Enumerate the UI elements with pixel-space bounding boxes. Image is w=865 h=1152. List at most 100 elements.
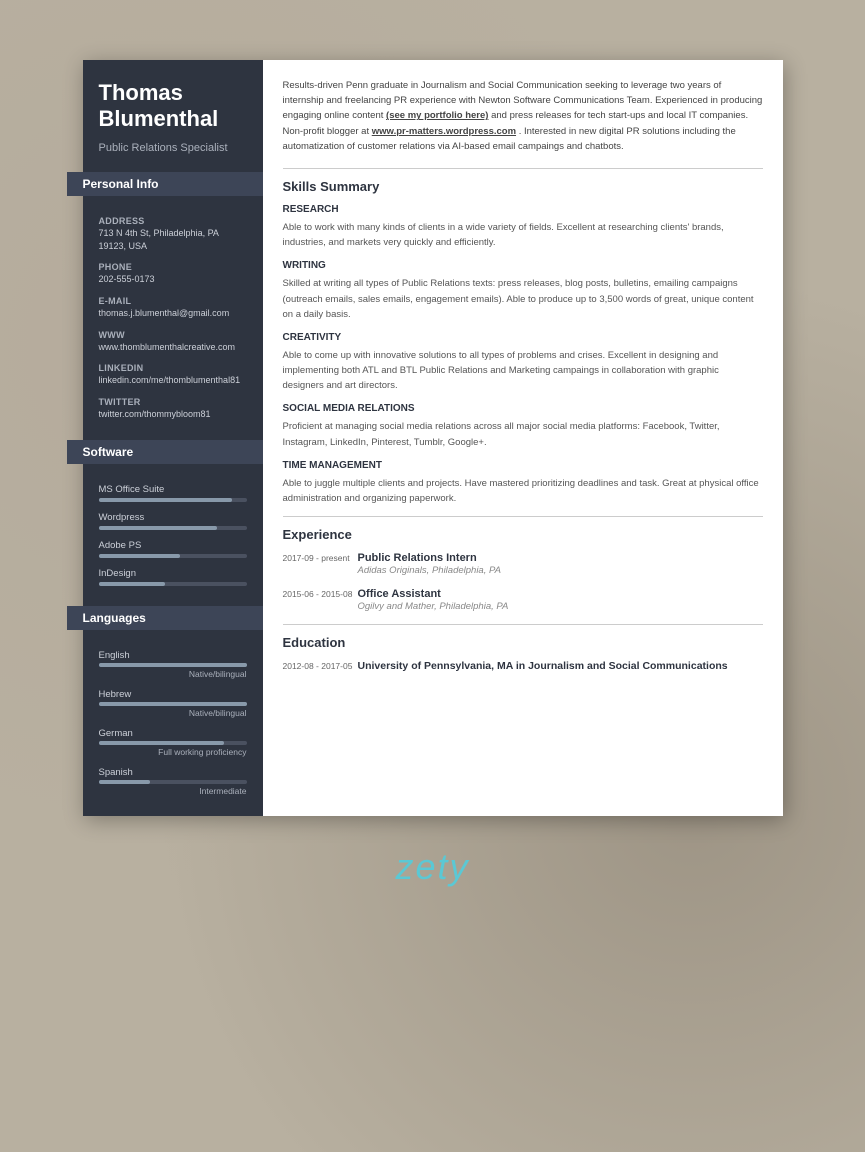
language-item: Spanish Intermediate — [99, 767, 247, 796]
language-item: English Native/bilingual — [99, 650, 247, 679]
skill-name: Wordpress — [99, 512, 247, 523]
exp-dates: 2017-09 - present — [283, 552, 358, 576]
skills-summary-section: RESEARCH Able to work with many kinds of… — [283, 204, 763, 506]
skill-subsection: TIME MANAGEMENT Able to juggle multiple … — [283, 460, 763, 506]
skill-subsection-title: SOCIAL MEDIA RELATIONS — [283, 403, 763, 414]
skill-name: MS Office Suite — [99, 484, 247, 495]
skill-subsection-title: TIME MANAGEMENT — [283, 460, 763, 471]
skill-item: Adobe PS — [99, 540, 247, 558]
exp-title: Office Assistant — [358, 588, 763, 600]
www-item: WWW www.thomblumenthalcreative.com — [99, 330, 247, 354]
skill-subsection: WRITING Skilled at writing all types of … — [283, 260, 763, 322]
software-section: MS Office Suite Wordpress Adobe PS InDes… — [83, 474, 263, 606]
address-value: 713 N 4th St, Philadelphia, PA 19123, US… — [99, 227, 247, 252]
summary-paragraph: Results-driven Penn graduate in Journali… — [283, 78, 763, 154]
skill-name: InDesign — [99, 568, 247, 579]
edu-dates: 2012-08 - 2017-05 — [283, 660, 358, 673]
summary-divider — [283, 168, 763, 169]
twitter-value: twitter.com/thommybloom81 — [99, 408, 247, 421]
exp-content: Public Relations Intern Adidas Originals… — [358, 552, 763, 576]
skill-item: Wordpress — [99, 512, 247, 530]
skill-bar-fill — [99, 554, 180, 558]
edu-content: University of Pennsylvania, MA in Journa… — [358, 660, 763, 673]
exp-company: Adidas Originals, Philadelphia, PA — [358, 565, 763, 576]
experience-item: 2017-09 - present Public Relations Inter… — [283, 552, 763, 576]
main-content: Results-driven Penn graduate in Journali… — [263, 60, 783, 816]
language-level: Full working proficiency — [99, 747, 247, 757]
skill-subsection-text: Skilled at writing all types of Public R… — [283, 276, 763, 322]
language-name: English — [99, 650, 247, 661]
twitter-item: Twitter twitter.com/thommybloom81 — [99, 397, 247, 421]
skill-subsection-text: Able to juggle multiple clients and proj… — [283, 476, 763, 506]
edu-title: University of Pennsylvania, MA in Journa… — [358, 660, 763, 672]
language-bar-bg — [99, 663, 247, 667]
language-item: German Full working proficiency — [99, 728, 247, 757]
skill-bar-bg — [99, 526, 247, 530]
skill-subsection-title: CREATIVITY — [283, 332, 763, 343]
language-bar-fill — [99, 780, 151, 784]
exp-title: Public Relations Intern — [358, 552, 763, 564]
language-bar-fill — [99, 663, 247, 667]
language-name: Spanish — [99, 767, 247, 778]
education-divider — [283, 624, 763, 625]
language-level: Native/bilingual — [99, 708, 247, 718]
linkedin-value: linkedin.com/me/thomblumenthal81 — [99, 374, 247, 387]
language-bar-bg — [99, 780, 247, 784]
exp-content: Office Assistant Ogilvy and Mather, Phil… — [358, 588, 763, 612]
languages-section: English Native/bilingual Hebrew Native/b… — [83, 640, 263, 816]
personal-info-section: Address 713 N 4th St, Philadelphia, PA 1… — [83, 206, 263, 440]
education-heading: Education — [283, 635, 763, 650]
experience-section: 2017-09 - present Public Relations Inter… — [283, 552, 763, 612]
phone-item: Phone 202-555-0173 — [99, 262, 247, 286]
skill-name: Adobe PS — [99, 540, 247, 551]
skill-subsection: RESEARCH Able to work with many kinds of… — [283, 204, 763, 250]
skill-bar-bg — [99, 554, 247, 558]
skill-item: InDesign — [99, 568, 247, 586]
language-name: German — [99, 728, 247, 739]
email-label: E-mail — [99, 296, 247, 306]
language-item: Hebrew Native/bilingual — [99, 689, 247, 718]
skill-subsection: CREATIVITY Able to come up with innovati… — [283, 332, 763, 394]
languages-heading: Languages — [67, 606, 279, 630]
language-bar-bg — [99, 702, 247, 706]
experience-divider — [283, 516, 763, 517]
language-level: Intermediate — [99, 786, 247, 796]
phone-value: 202-555-0173 — [99, 273, 247, 286]
blog-link[interactable]: www.pr-matters.wordpress.com — [372, 126, 516, 137]
language-bar-fill — [99, 741, 225, 745]
email-item: E-mail thomas.j.blumenthal@gmail.com — [99, 296, 247, 320]
portfolio-link[interactable]: (see my portfolio here) — [386, 110, 488, 121]
www-value: www.thomblumenthalcreative.com — [99, 341, 247, 354]
address-item: Address 713 N 4th St, Philadelphia, PA 1… — [99, 216, 247, 252]
email-value: thomas.j.blumenthal@gmail.com — [99, 307, 247, 320]
language-level: Native/bilingual — [99, 669, 247, 679]
exp-company: Ogilvy and Mather, Philadelphia, PA — [358, 601, 763, 612]
www-label: WWW — [99, 330, 247, 340]
skill-subsection: SOCIAL MEDIA RELATIONS Proficient at man… — [283, 403, 763, 449]
twitter-label: Twitter — [99, 397, 247, 407]
personal-info-heading: Personal Info — [67, 172, 279, 196]
skill-bar-fill — [99, 498, 232, 502]
candidate-title: Public Relations Specialist — [99, 141, 247, 156]
skill-subsection-title: RESEARCH — [283, 204, 763, 215]
address-label: Address — [99, 216, 247, 226]
education-section: 2012-08 - 2017-05 University of Pennsylv… — [283, 660, 763, 673]
language-bar-fill — [99, 702, 247, 706]
experience-item: 2015-06 - 2015-08 Office Assistant Ogilv… — [283, 588, 763, 612]
skill-bar-bg — [99, 498, 247, 502]
skill-bar-bg — [99, 582, 247, 586]
software-heading: Software — [67, 440, 279, 464]
language-bar-bg — [99, 741, 247, 745]
resume-page: Thomas Blumenthal Public Relations Speci… — [83, 60, 783, 816]
skill-subsection-text: Able to work with many kinds of clients … — [283, 220, 763, 250]
skill-subsection-text: Proficient at managing social media rela… — [283, 419, 763, 449]
exp-dates: 2015-06 - 2015-08 — [283, 588, 358, 612]
skill-subsection-text: Able to come up with innovative solution… — [283, 348, 763, 394]
education-item: 2012-08 - 2017-05 University of Pennsylv… — [283, 660, 763, 673]
linkedin-item: LinkedIn linkedin.com/me/thomblumenthal8… — [99, 363, 247, 387]
sidebar: Thomas Blumenthal Public Relations Speci… — [83, 60, 263, 816]
linkedin-label: LinkedIn — [99, 363, 247, 373]
zety-brand: zety — [80, 846, 785, 888]
candidate-name: Thomas Blumenthal — [99, 80, 247, 133]
skills-heading: Skills Summary — [283, 179, 763, 194]
